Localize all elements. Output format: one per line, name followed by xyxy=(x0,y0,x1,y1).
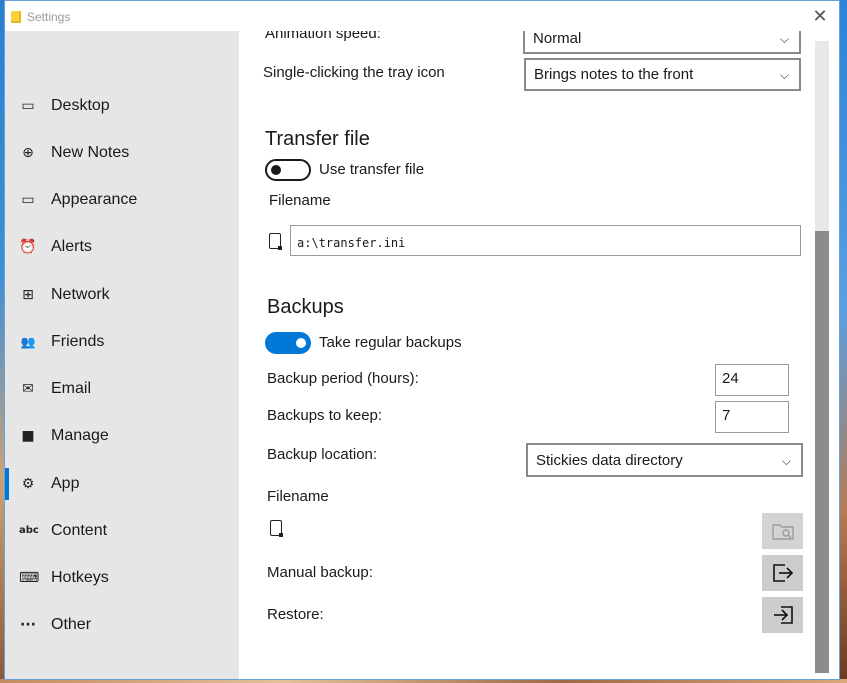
sidebar-item-label: Alerts xyxy=(51,238,92,255)
manual-backup-button[interactable] xyxy=(762,555,803,591)
sticky-note-app-icon xyxy=(11,11,21,23)
sidebar-item-new-notes[interactable]: ⊕ New Notes xyxy=(5,133,239,173)
animation-speed-label: Animation speed: xyxy=(265,31,381,42)
sidebar-item-label: Network xyxy=(51,286,110,303)
sidebar-item-friends[interactable]: 👥 Friends xyxy=(5,322,239,362)
backup-period-field[interactable] xyxy=(716,365,788,395)
sidebar-item-label: Manage xyxy=(51,427,109,444)
tray-click-select[interactable]: Brings notes to the front ⌵ xyxy=(524,58,801,91)
sidebar-item-other[interactable]: ··· Other xyxy=(5,605,239,645)
transfer-filename-input[interactable] xyxy=(290,225,801,256)
import-icon xyxy=(773,606,793,624)
sidebar-item-label: Content xyxy=(51,522,108,539)
animation-speed-value: Normal xyxy=(533,31,582,47)
backup-location-label: Backup location: xyxy=(267,446,378,463)
sidebar-item-label: New Notes xyxy=(51,144,130,161)
desktop-icon: ▭ xyxy=(21,98,35,114)
sidebar-item-desktop[interactable]: ▭ Desktop xyxy=(5,86,239,126)
network-icon: ⊞ xyxy=(22,287,34,303)
gear-icon: ⚙ xyxy=(21,476,35,492)
animation-speed-select[interactable]: Normal ⌵ xyxy=(523,31,801,54)
keyboard-icon: ⌨ xyxy=(19,570,40,586)
backup-period-input[interactable] xyxy=(715,364,789,396)
people-icon: 👥 xyxy=(20,335,36,349)
export-icon xyxy=(772,564,793,582)
abc-icon: abc xyxy=(19,525,39,536)
sidebar-item-manage[interactable]: ■ Manage xyxy=(5,416,239,456)
sidebar-item-network[interactable]: ⊞ Network xyxy=(5,275,239,315)
ellipsis-icon: ··· xyxy=(20,617,36,633)
use-transfer-file-toggle[interactable] xyxy=(265,159,311,181)
sidebar-item-label: Appearance xyxy=(51,191,138,208)
backups-to-keep-field[interactable] xyxy=(716,402,788,432)
sidebar: ▭ Desktop ⊕ New Notes ▭ Appearance ⏰ Ale… xyxy=(5,31,239,679)
note-icon: ▭ xyxy=(21,192,35,208)
transfer-filename-label: Filename xyxy=(269,192,331,209)
sidebar-item-label: Desktop xyxy=(51,97,110,114)
plus-circle-icon: ⊕ xyxy=(22,145,34,161)
sidebar-item-label: Other xyxy=(51,616,92,633)
backups-heading: Backups xyxy=(267,296,344,318)
backup-period-label: Backup period (hours): xyxy=(267,370,419,387)
sidebar-item-appearance[interactable]: ▭ Appearance xyxy=(5,180,239,220)
sidebar-item-label: Hotkeys xyxy=(51,569,109,586)
folder-icon: ■ xyxy=(21,428,35,444)
sidebar-item-alerts[interactable]: ⏰ Alerts xyxy=(5,227,239,267)
backup-location-select[interactable]: Stickies data directory ⌵ xyxy=(526,443,803,477)
alarm-clock-icon: ⏰ xyxy=(19,239,37,255)
regular-backups-toggle[interactable] xyxy=(265,332,311,354)
backups-to-keep-input[interactable] xyxy=(715,401,789,433)
close-icon: ✕ xyxy=(812,6,828,26)
settings-content: Animation speed: Normal ⌵ Single-clickin… xyxy=(239,31,815,679)
toggle-knob xyxy=(271,165,281,175)
mail-icon: ✉ xyxy=(22,381,34,397)
manual-backup-label: Manual backup: xyxy=(267,564,373,581)
sidebar-item-label: Email xyxy=(51,380,92,397)
settings-window: Settings ✕ ▭ Desktop ⊕ New Notes ▭ Appea… xyxy=(4,0,840,680)
use-transfer-file-label: Use transfer file xyxy=(319,161,425,178)
scroll-thumb[interactable] xyxy=(815,231,829,673)
toggle-knob xyxy=(296,338,306,348)
browse-folder-button[interactable] xyxy=(762,513,803,549)
sidebar-item-app[interactable]: ⚙ App xyxy=(5,464,239,504)
tray-click-value: Brings notes to the front xyxy=(534,66,694,83)
chevron-down-icon: ⌵ xyxy=(779,32,789,46)
transfer-file-heading: Transfer file xyxy=(265,128,370,150)
close-button[interactable]: ✕ xyxy=(809,5,831,27)
folder-search-icon xyxy=(771,524,794,540)
sidebar-item-label: Friends xyxy=(51,333,105,350)
active-indicator xyxy=(5,468,9,500)
backups-to-keep-label: Backups to keep: xyxy=(267,407,383,424)
restore-button[interactable] xyxy=(762,597,803,633)
restore-label: Restore: xyxy=(267,606,324,623)
backup-filename-label: Filename xyxy=(267,488,329,505)
chevron-down-icon: ⌵ xyxy=(781,454,791,468)
tray-click-label: Single-clicking the tray icon xyxy=(263,64,445,81)
vertical-scrollbar[interactable] xyxy=(815,31,839,679)
regular-backups-label: Take regular backups xyxy=(319,334,462,351)
sidebar-item-hotkeys[interactable]: ⌨ Hotkeys xyxy=(5,558,239,598)
backup-location-value: Stickies data directory xyxy=(536,452,683,469)
desktop-background-right xyxy=(839,0,847,683)
sidebar-item-label: App xyxy=(51,475,80,492)
window-title: Settings xyxy=(27,10,71,24)
sidebar-item-content[interactable]: abc Content xyxy=(5,511,239,551)
chevron-down-icon: ⌵ xyxy=(779,68,789,82)
file-icon xyxy=(269,233,282,250)
file-icon xyxy=(270,520,283,537)
sidebar-item-email[interactable]: ✉ Email xyxy=(5,369,239,409)
transfer-filename-field[interactable] xyxy=(291,226,800,255)
title-bar[interactable]: Settings ✕ xyxy=(5,1,839,31)
